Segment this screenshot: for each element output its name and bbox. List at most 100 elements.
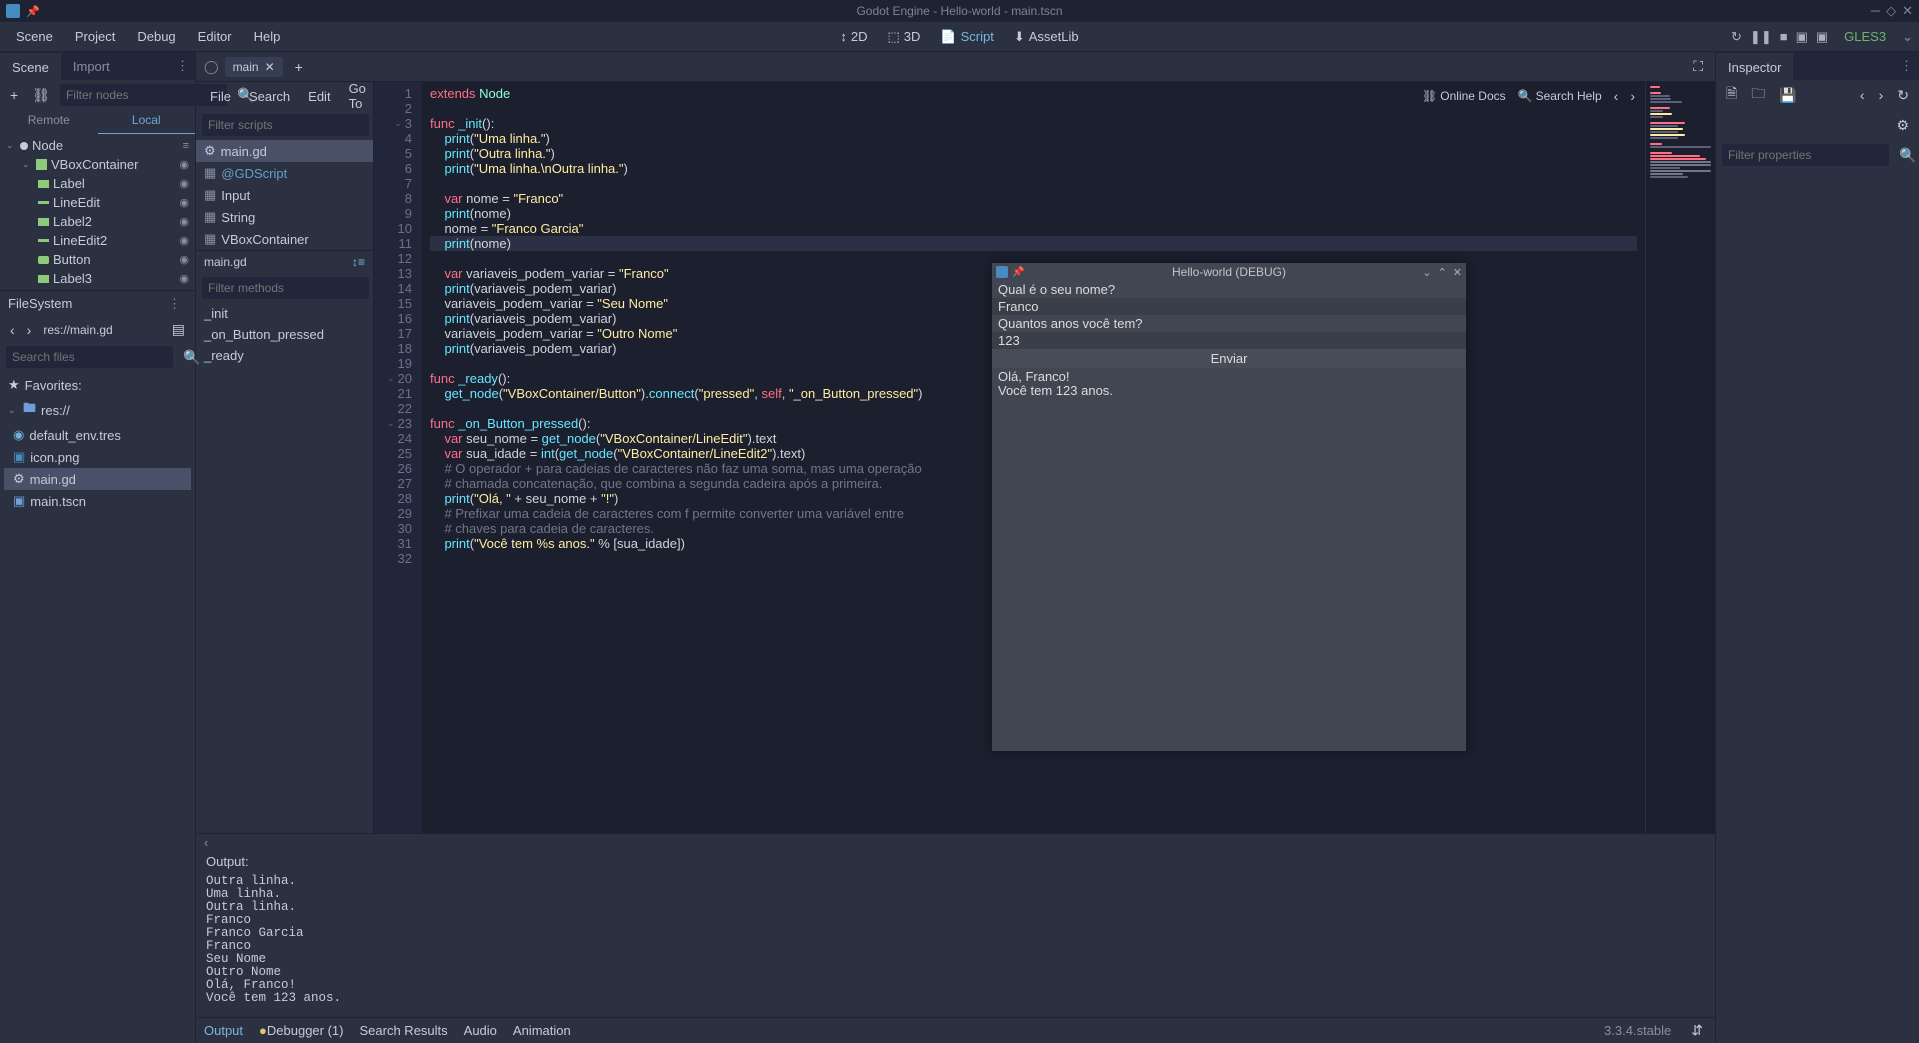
- new-resource-icon[interactable]: 🗎: [1722, 81, 1741, 109]
- nav-back-icon[interactable]: ‹: [1610, 86, 1623, 106]
- filter-scripts-input[interactable]: [202, 114, 369, 136]
- history-fwd-icon[interactable]: ›: [1875, 85, 1888, 105]
- renderer-selector[interactable]: GLES3: [1838, 29, 1892, 44]
- tree-node-lineedit2[interactable]: LineEdit2◉: [4, 231, 191, 250]
- history-back-icon[interactable]: ‹: [1856, 85, 1869, 105]
- tree-node-vbox[interactable]: ⌄VBoxContainer◉: [4, 155, 191, 174]
- add-node-icon[interactable]: +: [6, 85, 22, 105]
- tab-inspector[interactable]: Inspector: [1716, 53, 1793, 80]
- tree-node-lineedit[interactable]: LineEdit◉: [4, 193, 191, 212]
- tree-node-button[interactable]: Button◉: [4, 250, 191, 269]
- script-item[interactable]: ⚙main.gd: [196, 140, 373, 162]
- pause-icon[interactable]: ❚❚: [1750, 29, 1772, 45]
- tab-scene[interactable]: Scene: [0, 53, 61, 80]
- game-input-age[interactable]: [992, 332, 1466, 349]
- close-tab-icon[interactable]: ✕: [265, 60, 275, 74]
- search-help-link[interactable]: 🔍Search Help: [1514, 87, 1606, 105]
- script-menu-file[interactable]: File: [202, 87, 239, 106]
- menu-help[interactable]: Help: [244, 25, 291, 48]
- collapse-icon[interactable]: ‹: [204, 835, 208, 850]
- close-icon[interactable]: ✕: [1902, 3, 1913, 19]
- sort-icon[interactable]: ↕≡: [352, 255, 365, 269]
- script-item[interactable]: ▦VBoxContainer: [196, 228, 373, 250]
- bottom-tab-animation[interactable]: Animation: [513, 1023, 571, 1038]
- history-icon[interactable]: ↻: [1893, 85, 1913, 106]
- fs-root[interactable]: ⌄🖿res://: [4, 396, 191, 424]
- method-item[interactable]: _init: [196, 303, 373, 324]
- distraction-free-icon[interactable]: ⛶: [1689, 56, 1707, 77]
- link-icon[interactable]: ⛓: [28, 85, 54, 106]
- nav-fwd-icon[interactable]: ›: [23, 320, 36, 340]
- search-icon[interactable]: 🔍: [1895, 145, 1919, 166]
- visibility-icon[interactable]: ◉: [179, 177, 189, 190]
- filter-properties-input[interactable]: [1722, 144, 1889, 166]
- pin-icon[interactable]: 📌: [26, 5, 40, 18]
- method-item[interactable]: _on_Button_pressed: [196, 324, 373, 345]
- dock-options-icon[interactable]: ⋮: [1894, 58, 1919, 74]
- subtab-remote[interactable]: Remote: [0, 110, 98, 134]
- dock-options-icon[interactable]: ⋮: [170, 58, 195, 74]
- save-resource-icon[interactable]: 💾: [1775, 85, 1800, 106]
- script-menu-search[interactable]: Search: [241, 87, 298, 106]
- open-scene-tab[interactable]: main✕: [225, 57, 283, 77]
- visibility-icon[interactable]: ◉: [179, 272, 189, 285]
- tab-import[interactable]: Import: [61, 54, 122, 79]
- settings-icon[interactable]: ⚙: [1892, 115, 1913, 136]
- script-item[interactable]: ▦Input: [196, 184, 373, 206]
- fs-file[interactable]: ▣icon.png: [4, 446, 191, 468]
- game-input-name[interactable]: [992, 298, 1466, 315]
- bottom-tab-search[interactable]: Search Results: [360, 1023, 448, 1038]
- tree-node-label2[interactable]: Label2◉: [4, 212, 191, 231]
- fs-file[interactable]: ▣main.tscn: [4, 490, 191, 512]
- menu-scene[interactable]: Scene: [6, 25, 63, 48]
- mode-2d[interactable]: ↕2D: [832, 25, 875, 49]
- play-scene-icon[interactable]: ▣: [1796, 29, 1808, 45]
- maximize-icon[interactable]: ⌃: [1438, 266, 1447, 279]
- visibility-icon[interactable]: ◉: [179, 158, 189, 171]
- nav-fwd-icon[interactable]: ›: [1626, 86, 1639, 106]
- play-custom-icon[interactable]: ▣: [1816, 29, 1828, 45]
- fs-file[interactable]: ◉default_env.tres: [4, 424, 191, 446]
- close-icon[interactable]: ✕: [1453, 266, 1462, 279]
- spinner-icon[interactable]: ↻: [1731, 29, 1742, 45]
- minimize-icon[interactable]: ⌄: [1422, 266, 1431, 279]
- fs-path[interactable]: res://main.gd: [39, 321, 163, 339]
- renderer-dropdown-icon[interactable]: ⌄: [1902, 29, 1913, 45]
- output-content[interactable]: Outra linha. Uma linha. Outra linha. Fra…: [196, 873, 1715, 1017]
- visibility-icon[interactable]: ◉: [179, 253, 189, 266]
- add-tab-icon[interactable]: +: [291, 57, 307, 77]
- menu-editor[interactable]: Editor: [188, 25, 242, 48]
- tree-node-label[interactable]: Label◉: [4, 174, 191, 193]
- online-docs-link[interactable]: ⛓Online Docs: [1418, 87, 1510, 105]
- tree-node-root[interactable]: ⌄Node≡: [4, 136, 191, 155]
- subtab-local[interactable]: Local: [98, 110, 196, 134]
- layout-icon[interactable]: ⇵: [1687, 1020, 1707, 1041]
- script-item[interactable]: ▦@GDScript: [196, 162, 373, 184]
- method-item[interactable]: _ready: [196, 345, 373, 366]
- bottom-tab-output[interactable]: Output: [204, 1023, 243, 1038]
- menu-debug[interactable]: Debug: [127, 25, 185, 48]
- filter-methods-input[interactable]: [202, 277, 369, 299]
- mode-3d[interactable]: ⬚3D: [880, 25, 929, 49]
- fs-file-selected[interactable]: ⚙main.gd: [4, 468, 191, 490]
- script-menu-goto[interactable]: Go To: [341, 79, 374, 113]
- scene-circle-icon[interactable]: ◯: [204, 59, 219, 75]
- visibility-icon[interactable]: ◉: [179, 234, 189, 247]
- minimap[interactable]: [1645, 82, 1715, 833]
- minimize-icon[interactable]: ─: [1871, 3, 1880, 19]
- tree-node-label3[interactable]: Label3◉: [4, 269, 191, 288]
- dock-options-icon[interactable]: ⋮: [162, 296, 187, 312]
- mode-script[interactable]: 📄Script: [932, 25, 1001, 49]
- script-item[interactable]: ▦String: [196, 206, 373, 228]
- fs-favorites[interactable]: ★Favorites:: [4, 374, 191, 396]
- bottom-tab-debugger[interactable]: ●Debugger (1): [259, 1023, 343, 1038]
- nav-back-icon[interactable]: ‹: [6, 320, 19, 340]
- visibility-icon[interactable]: ◉: [179, 215, 189, 228]
- visibility-icon[interactable]: ◉: [179, 196, 189, 209]
- pin-icon[interactable]: 📌: [1012, 267, 1024, 278]
- debug-game-window[interactable]: 📌 Hello-world (DEBUG) ⌄ ⌃ ✕ Qual é o seu…: [992, 263, 1466, 751]
- maximize-icon[interactable]: ◇: [1886, 3, 1896, 19]
- script-attached-icon[interactable]: ≡: [183, 140, 189, 152]
- script-menu-edit[interactable]: Edit: [300, 87, 338, 106]
- game-submit-button[interactable]: Enviar: [992, 349, 1466, 368]
